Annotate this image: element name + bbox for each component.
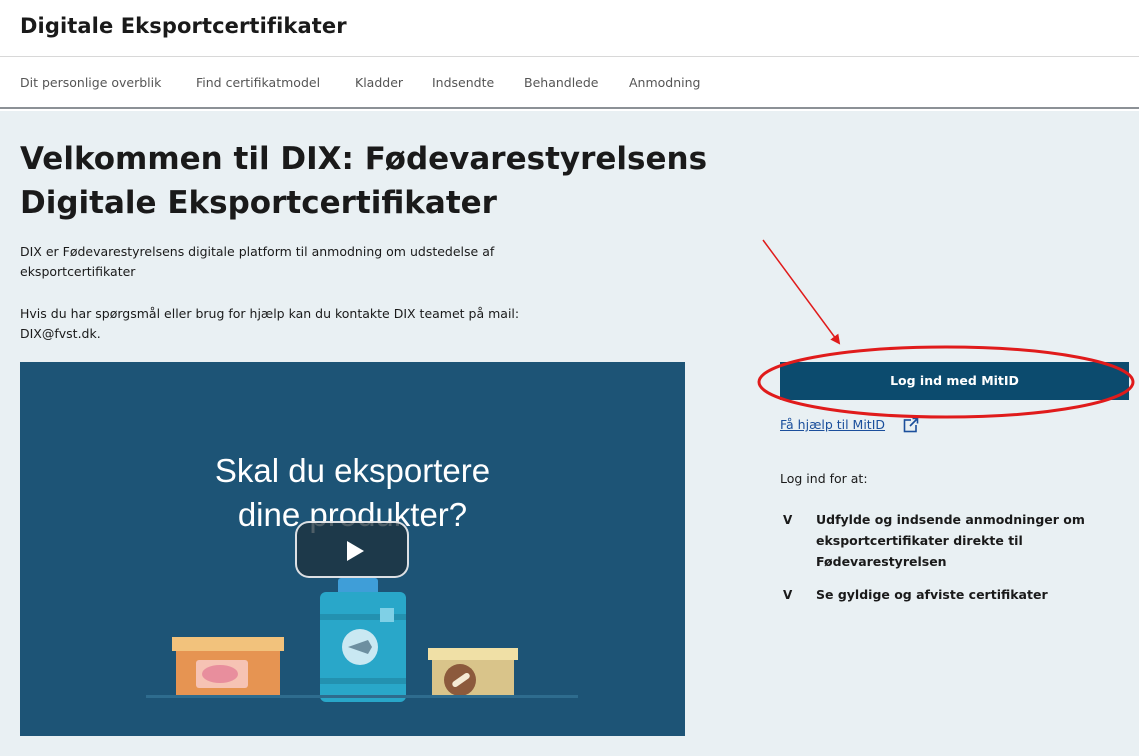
- app-title: Digitale Eksportcertifikater: [20, 14, 347, 38]
- benefit-item-1-line-1: Udfylde og indsende anmodninger om: [816, 512, 1085, 527]
- contact-text-line-1: Hvis du har spørgsmål eller brug for hjæ…: [20, 306, 520, 321]
- page-title-line-2: Digitale Eksportcertifikater: [20, 185, 497, 221]
- login-for-heading: Log ind for at:: [780, 471, 868, 486]
- login-mitid-button[interactable]: Log ind med MitID: [780, 362, 1129, 400]
- nav-item-indsendte[interactable]: Indsendte: [432, 75, 494, 90]
- contact-text-line-2: DIX@fvst.dk.: [20, 326, 101, 341]
- barrel-illustration: [320, 578, 406, 702]
- main-navigation: Dit personlige overblik Find certifikatm…: [0, 58, 1139, 109]
- pig-box-illustration: [172, 637, 284, 697]
- nav-item-kladder[interactable]: Kladder: [355, 75, 403, 90]
- bone-box-illustration: [428, 648, 518, 698]
- nav-item-find-certifikatmodel[interactable]: Find certifikatmodel: [196, 75, 320, 90]
- contact-text: Hvis du har spørgsmål eller brug for hjæ…: [20, 304, 580, 344]
- intro-text: DIX er Fødevarestyrelsens digitale platf…: [20, 242, 580, 282]
- intro-text-line-2: eksportcertifikater: [20, 264, 136, 279]
- page-title: Velkommen til DIX: Fødevarestyrelsens Di…: [20, 137, 780, 225]
- floor-line: [146, 695, 578, 698]
- check-icon: V: [783, 588, 793, 602]
- nav-item-anmodning[interactable]: Anmodning: [629, 75, 700, 90]
- check-icon: V: [783, 513, 793, 527]
- top-header: Digitale Eksportcertifikater: [0, 0, 1139, 57]
- intro-video-player[interactable]: Skal du eksportere dine produkter?: [20, 362, 685, 736]
- mitid-help-link[interactable]: Få hjælp til MitID: [780, 417, 885, 432]
- nav-item-behandlede[interactable]: Behandlede: [524, 75, 599, 90]
- page-title-line-1: Velkommen til DIX: Fødevarestyrelsens: [20, 141, 708, 177]
- benefit-item-1: Udfylde og indsende anmodninger om ekspo…: [816, 509, 1116, 572]
- play-button[interactable]: [295, 521, 409, 578]
- benefit-item-2: Se gyldige og afviste certifikater: [816, 584, 1116, 605]
- benefit-item-1-line-3: Fødevarestyrelsen: [816, 554, 947, 569]
- external-link-icon[interactable]: [903, 417, 919, 433]
- intro-text-line-1: DIX er Fødevarestyrelsens digitale platf…: [20, 244, 495, 259]
- nav-item-dit-personlige-overblik[interactable]: Dit personlige overblik: [20, 75, 161, 90]
- benefit-item-2-line-1: Se gyldige og afviste certifikater: [816, 587, 1048, 602]
- play-icon: [347, 541, 364, 561]
- benefit-item-1-line-2: eksportcertifikater direkte til: [816, 533, 1023, 548]
